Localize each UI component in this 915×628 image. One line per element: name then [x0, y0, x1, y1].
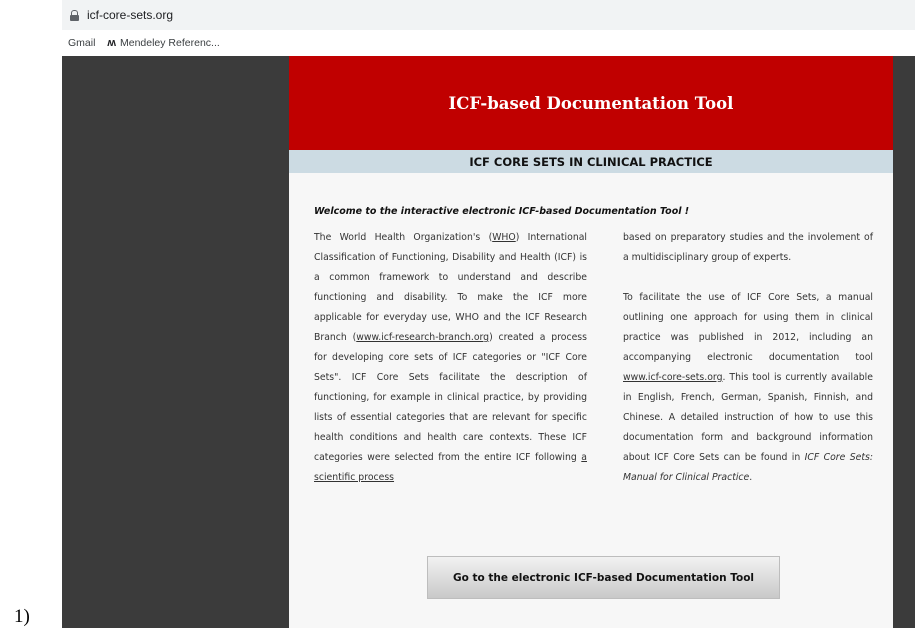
go-to-tool-button[interactable]: Go to the electronic ICF-based Documenta…	[427, 556, 780, 599]
figure-label: 1)	[14, 606, 30, 627]
bookmark-label: Mendeley Referenc...	[119, 36, 220, 49]
text: . This tool is currently available in En…	[623, 372, 873, 463]
page-title: ICF-based Documentation Tool	[448, 93, 734, 113]
link-who[interactable]: WHO	[492, 232, 516, 243]
text: .	[749, 472, 753, 483]
page-subtitle: ICF CORE SETS IN CLINICAL PRACTICE	[469, 154, 713, 169]
main-content: ICF-based Documentation Tool ICF CORE SE…	[289, 56, 893, 628]
welcome-heading: Welcome to the interactive electronic IC…	[314, 206, 690, 217]
mendeley-icon: ʍ	[107, 36, 116, 49]
intro-column-left: The World Health Organization's (WHO) In…	[314, 228, 587, 488]
text: To facilitate the use of ICF Core Sets, …	[623, 292, 873, 363]
address-bar[interactable]: icf-core-sets.org	[62, 0, 915, 30]
link-research-branch[interactable]: www.icf-research-branch.org	[356, 332, 489, 343]
header-banner: ICF-based Documentation Tool	[289, 56, 893, 150]
text: ) created a process for developing core …	[314, 332, 587, 463]
paragraph: To facilitate the use of ICF Core Sets, …	[623, 288, 873, 488]
url-text: icf-core-sets.org	[87, 8, 174, 22]
lock-icon	[70, 9, 79, 21]
page-side-left	[62, 56, 289, 628]
bookmark-label: Gmail	[68, 36, 96, 49]
paragraph: based on preparatory studies and the inv…	[623, 232, 873, 263]
intro-column-right: based on preparatory studies and the inv…	[623, 228, 873, 488]
page-side-right	[893, 56, 915, 628]
text: ) International Classification of Functi…	[314, 232, 587, 343]
subtitle-bar: ICF CORE SETS IN CLINICAL PRACTICE	[289, 150, 893, 173]
text: The World Health Organization's (	[314, 232, 493, 243]
bookmark-mendeley[interactable]: ʍ Mendeley Referenc...	[107, 37, 219, 49]
bookmarks-bar: Gmail ʍ Mendeley Referenc...	[62, 30, 915, 55]
link-core-sets-site[interactable]: www.icf-core-sets.org	[623, 372, 722, 383]
bookmark-gmail[interactable]: Gmail	[68, 37, 95, 49]
